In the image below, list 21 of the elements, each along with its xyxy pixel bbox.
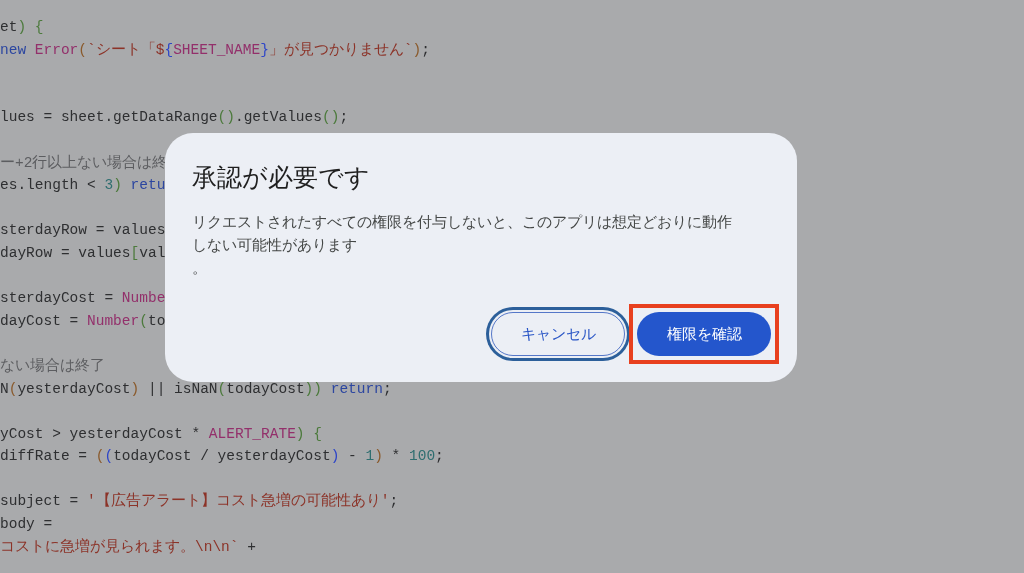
code-line: dayCost = Number(to	[0, 311, 166, 331]
dialog-message: 。	[192, 259, 207, 278]
code-line: diffRate = ((todayCost / yesterdayCost) - 1) * 100;	[0, 447, 444, 467]
code-line: sterdayCost = Numbe	[0, 289, 166, 309]
code-line: yCost > yesterdayCost * ALERT_RATE) {	[0, 424, 322, 444]
dialog-message: しない可能性があります	[192, 236, 357, 255]
code-line: dayRow = values[val	[0, 243, 166, 263]
code-line: body =	[0, 515, 53, 535]
code-line: ー+2行以上ない場合は終	[0, 153, 168, 173]
code-line: new Error(`シート「${SHEET_NAME}」が見つかりません`);	[0, 40, 430, 60]
code-line: subject = '【広告アラート】コスト急増の可能性あり';	[0, 491, 399, 512]
code-line: sterdayRow = values	[0, 221, 166, 241]
dialog-title: 承認が必要です	[192, 162, 370, 193]
confirm-button[interactable]: 権限を確認	[637, 312, 771, 356]
code-line: N(yesterdayCost) || isNaN(todayCost)) return;	[0, 379, 392, 399]
code-line: lues = sheet.getDataRange().getValues();	[0, 108, 349, 128]
code-line: et) {	[0, 18, 44, 37]
code-line: es.length < 3) retu	[0, 176, 166, 196]
dialog-message: リクエストされたすべての権限を付与しないと、このアプリは想定どおりに動作	[192, 213, 732, 232]
code-line: ない場合は終了	[0, 356, 105, 376]
code-line: コストに急増が見られます。\n\n` +	[0, 537, 256, 557]
